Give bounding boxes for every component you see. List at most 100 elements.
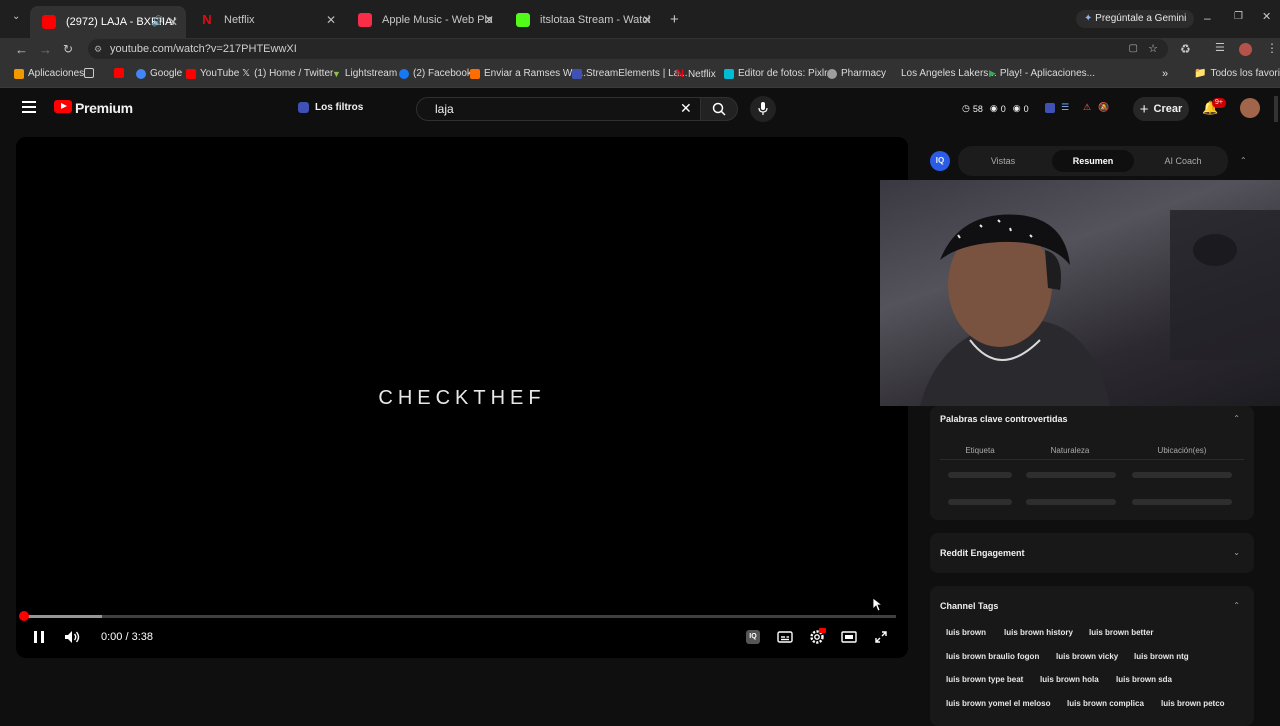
bookmark-streamelements[interactable]: StreamElements | La...	[572, 68, 688, 79]
gemini-sparkle-icon: ✦	[1084, 13, 1093, 24]
site-info-icon[interactable]: ⚙	[94, 39, 102, 59]
bookmark-netflix[interactable]: N Netflix	[676, 68, 716, 80]
minimize-icon[interactable]: –	[1204, 12, 1211, 24]
close-tab-icon[interactable]: ✕	[642, 13, 652, 27]
progress-bar[interactable]	[19, 611, 896, 621]
pause-button[interactable]	[30, 628, 48, 646]
tab-resumen[interactable]: Resumen	[1052, 150, 1134, 172]
close-window-icon[interactable]: ✕	[1262, 12, 1271, 23]
progress-scrubber-handle[interactable]	[19, 611, 29, 621]
tab-kick-stream[interactable]: itslotaa Stream - Watch Live on ✕	[504, 6, 660, 34]
tab-apple-music[interactable]: Apple Music - Web Player ✕	[346, 6, 502, 34]
iq-badge-icon	[298, 102, 309, 113]
video-player[interactable]: CHECKTHEF 0:00 / 3:38 IQ	[16, 137, 908, 658]
time-display: 0:00 / 3:38	[101, 631, 153, 643]
channel-tag[interactable]: luis brown	[946, 628, 986, 637]
card-title: Channel Tags	[940, 601, 999, 611]
search-input[interactable]: laja	[416, 97, 701, 121]
expand-chevron-icon[interactable]: ⌄	[1233, 548, 1240, 557]
bookmark-lakers[interactable]: Los Angeles Lakers...	[901, 68, 997, 79]
close-tab-icon[interactable]: ✕	[484, 13, 494, 27]
channel-tag[interactable]: luis brown complica	[1067, 699, 1144, 708]
gemini-button[interactable]: ✦ Pregúntale a Gemini	[1076, 10, 1195, 28]
forward-arrow-icon[interactable]: →	[39, 43, 52, 56]
bookmark-all-favorites[interactable]: 📁Todos los favoritos	[1194, 68, 1280, 79]
channel-tag[interactable]: luis brown hola	[1040, 675, 1099, 684]
reddit-engagement-card[interactable]: Reddit Engagement ⌄	[930, 533, 1254, 573]
subtitles-button[interactable]	[776, 628, 794, 646]
tab-vistas[interactable]: Vistas	[962, 150, 1044, 172]
bookmark-youtube-red[interactable]	[114, 68, 124, 78]
bookmark-pharmacy[interactable]: Pharmacy	[827, 68, 886, 79]
iq-icon: IQ	[746, 630, 760, 644]
collapse-chevron-icon[interactable]: ⌃	[1233, 414, 1240, 423]
bookmark-enviar[interactable]: Enviar a Ramses Wo...	[470, 68, 586, 79]
iq-player-button[interactable]: IQ	[744, 628, 762, 646]
apps-launcher-icon[interactable]	[84, 68, 94, 78]
media-controls-icon[interactable]: ☰	[1215, 43, 1225, 54]
hamburger-menu-icon[interactable]	[22, 101, 36, 113]
exit-fullscreen-button[interactable]	[872, 628, 890, 646]
controversial-keywords-card: Palabras clave controvertidas ⌃ Etiqueta…	[930, 406, 1254, 520]
channel-tag[interactable]: luis brown better	[1089, 628, 1153, 637]
filters-button[interactable]: Los filtros	[298, 102, 363, 113]
close-tab-icon[interactable]: ✕	[168, 15, 178, 29]
channel-tag[interactable]: luis brown history	[1004, 628, 1073, 637]
loading-skeleton	[1026, 472, 1116, 478]
channel-tag[interactable]: luis brown yomel el meloso	[946, 699, 1050, 708]
bookmark-google[interactable]: Google	[136, 68, 182, 79]
volume-icon	[65, 631, 80, 643]
channel-tag[interactable]: luis brown vicky	[1056, 652, 1118, 661]
more-bookmarks-icon[interactable]: »	[1162, 68, 1168, 80]
bookmark-lightstream[interactable]: ▼ Lightstream	[332, 68, 397, 79]
settings-button[interactable]	[808, 628, 826, 646]
bookmark-pixlr[interactable]: Editor de fotos: Pixlr...	[724, 68, 835, 79]
apps-grid-icon	[14, 68, 24, 79]
address-bar[interactable]: ⚙ youtube.com/watch?v=217PHTEwwXI ▢ ☆	[88, 39, 1168, 59]
iq-extension-icon[interactable]	[1045, 103, 1055, 113]
bookmark-star-icon[interactable]: ☆	[1148, 39, 1158, 59]
column-header-naturaleza: Naturaleza	[1050, 446, 1090, 455]
account-avatar[interactable]	[1240, 98, 1260, 118]
profile-avatar[interactable]	[1239, 43, 1252, 56]
gemini-label: Pregúntale a Gemini	[1095, 13, 1187, 24]
close-tab-icon[interactable]: ✕	[326, 13, 336, 27]
voice-search-button[interactable]	[750, 96, 776, 122]
bell-off-icon[interactable]: 🔕	[1098, 102, 1109, 113]
page-scrollbar[interactable]	[1274, 96, 1278, 122]
theater-mode-button[interactable]	[840, 628, 858, 646]
search-button[interactable]	[700, 97, 738, 121]
list-icon[interactable]: ☰	[1061, 102, 1069, 113]
speaker-icon[interactable]: 🔊	[152, 17, 164, 28]
channel-tag[interactable]: luis brown sda	[1116, 675, 1172, 684]
channel-tag[interactable]: luis brown braulio fogon	[946, 652, 1039, 661]
channel-tag[interactable]: luis brown ntg	[1134, 652, 1189, 661]
bookmark-aplicaciones[interactable]: Aplicaciones	[14, 68, 84, 79]
tab-youtube[interactable]: (2972) LAJA - BXRIIA/P40 ( 🔊 ✕	[30, 6, 186, 38]
tab-search-chevron-icon[interactable]: ⌄	[12, 12, 20, 22]
alert-icon[interactable]: ⚠	[1083, 102, 1091, 113]
restore-icon[interactable]: ❐	[1234, 12, 1243, 22]
new-tab-icon[interactable]: +	[670, 12, 679, 27]
card-title: Reddit Engagement	[940, 548, 1025, 558]
bookmark-facebook[interactable]: (2) Facebook	[399, 68, 472, 79]
collapse-panel-chevron-icon[interactable]: ⌃	[1240, 156, 1247, 165]
channel-tag[interactable]: luis brown type beat	[946, 675, 1023, 684]
tab-netflix[interactable]: N Netflix ✕	[188, 6, 344, 34]
clear-search-icon[interactable]: ✕	[680, 100, 692, 117]
install-app-icon[interactable]: ▢	[1129, 39, 1138, 59]
channel-tag[interactable]: luis brown petco	[1161, 699, 1225, 708]
chrome-menu-icon[interactable]: ⋮	[1266, 42, 1278, 54]
extensions-icon[interactable]: ♻	[1180, 43, 1191, 55]
create-button[interactable]: + Crear	[1133, 97, 1189, 121]
collapse-chevron-icon[interactable]: ⌃	[1233, 601, 1240, 610]
tab-ai-coach[interactable]: AI Coach	[1142, 150, 1224, 172]
back-arrow-icon[interactable]: ←	[15, 43, 28, 56]
bookmark-twitter[interactable]: 𝕏 (1) Home / Twitter	[242, 68, 333, 79]
bookmark-youtube[interactable]: YouTube	[186, 68, 239, 79]
mute-button[interactable]	[63, 628, 81, 646]
reload-icon[interactable]: ↻	[63, 43, 73, 55]
youtube-play-glyph	[61, 103, 67, 109]
brand-premium[interactable]: Premium	[75, 100, 133, 116]
bookmark-play[interactable]: ▶ Play! - Aplicaciones...	[989, 68, 1095, 79]
